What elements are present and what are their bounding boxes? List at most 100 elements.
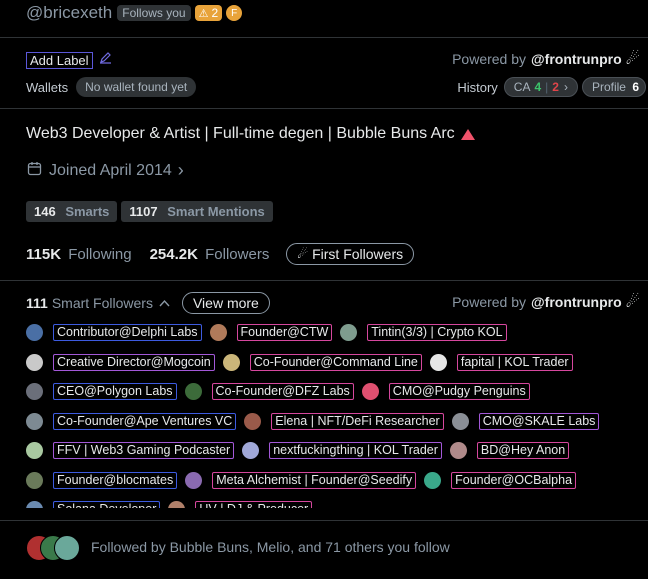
smart-follower-item[interactable]: BD@Hey Anon	[449, 442, 570, 460]
avatar	[242, 442, 260, 460]
history-row: History CA 4 | 2 › Profile 6	[457, 77, 646, 97]
smart-follower-label: fapital | KOL Trader	[456, 353, 573, 371]
smart-follower-item[interactable]: Co-Founder@Ape Ventures VC	[26, 412, 237, 430]
smart-follower-label: nextfuckingthing | KOL Trader	[269, 442, 442, 460]
followed-by-row[interactable]: Followed by Bubble Buns, Melio, and 71 o…	[26, 535, 450, 561]
follows-you-badge: Follows you	[117, 5, 191, 21]
bio-text: Web3 Developer & Artist | Full-time dege…	[26, 125, 455, 142]
triangle-up-icon	[460, 128, 475, 140]
avatar	[26, 353, 43, 371]
smart-follower-label: Meta Alchemist | Founder@Seedify	[212, 471, 417, 489]
smart-follower-item[interactable]: Co-Founder@DFZ Labs	[184, 383, 354, 401]
smarts-badge[interactable]: 146 Smarts	[26, 201, 118, 222]
wallets-row: Wallets No wallet found yet	[26, 77, 197, 97]
smart-stats: 146 Smarts 1107 Smart Mentions	[26, 201, 273, 222]
smart-follower-item[interactable]: Founder@CTW	[209, 324, 333, 342]
view-more-button[interactable]: View more	[181, 292, 270, 314]
smart-follower-item[interactable]: CMO@SKALE Labs	[451, 412, 600, 430]
smart-followers-list: Contributor@Delphi Labs Founder@CTW Tintin…	[26, 318, 648, 508]
smart-followers-row: Creative Director@Mogcoin Co-Founder@Comm…	[26, 348, 648, 378]
smart-follower-item[interactable]: Founder@OCBalpha	[424, 471, 577, 489]
avatar	[449, 442, 467, 460]
first-followers-button[interactable]: ☄ First Followers	[286, 243, 415, 265]
smart-follower-item[interactable]: Solana Developer	[26, 501, 161, 508]
f-badge-icon: F	[226, 5, 243, 21]
powered-by: Powered by @frontrunpro ☄	[452, 51, 640, 68]
handle: @bricexeth	[26, 3, 113, 22]
chevron-right-icon: ›	[177, 160, 184, 180]
smart-follower-label: Creative Director@Mogcoin	[53, 353, 215, 371]
frontrunpro-logo-icon: ☄	[625, 294, 640, 311]
smart-mentions-badge[interactable]: 1107 Smart Mentions	[121, 201, 273, 222]
smart-follower-item[interactable]: Tintin(3/3) | Crypto KOL	[340, 324, 507, 342]
smart-followers-header: 111 Smart Followers View more	[26, 292, 270, 314]
profile-history-button[interactable]: Profile 6	[581, 77, 646, 97]
smart-follower-item[interactable]: Founder@blocmates	[26, 471, 178, 489]
smart-follower-item[interactable]: UV | DJ & Producer	[168, 501, 313, 508]
avatar	[361, 383, 379, 401]
divider	[0, 520, 648, 521]
divider	[0, 108, 648, 109]
smart-follower-item[interactable]: nextfuckingthing | KOL Trader	[242, 442, 442, 460]
smart-follower-item[interactable]: CEO@Polygon Labs	[26, 383, 177, 401]
smart-follower-label: BD@Hey Anon	[476, 442, 570, 460]
history-label: History	[457, 79, 498, 95]
avatar	[26, 471, 43, 489]
followed-by-text: Followed by Bubble Buns, Melio, and 71 o…	[91, 539, 450, 555]
ca-history-button[interactable]: CA 4 | 2 ›	[503, 77, 578, 97]
avatar	[54, 535, 80, 561]
avatar	[26, 324, 43, 342]
frontrunpro-link[interactable]: @frontrunpro	[531, 51, 622, 67]
avatar	[244, 412, 262, 430]
avatar	[26, 501, 43, 508]
smart-followers-row: CEO@Polygon Labs Co-Founder@DFZ Labs CMO@P…	[26, 377, 648, 407]
smart-follower-label: Co-Founder@Ape Ventures VC	[53, 412, 237, 430]
joined-row[interactable]: Joined April 2014 ›	[27, 160, 184, 181]
profile-header: @bricexeth Follows you ⚠ 2 F	[26, 2, 243, 24]
smart-follower-item[interactable]: Co-Founder@Command Line	[222, 353, 422, 371]
avatar	[340, 324, 358, 342]
smart-follower-item[interactable]: CMO@Pudgy Penguins	[361, 383, 530, 401]
frontrunpro-link[interactable]: @frontrunpro	[531, 294, 622, 310]
smart-follower-label: CEO@Polygon Labs	[53, 383, 177, 401]
smart-follower-label: Founder@CTW	[236, 324, 333, 342]
smart-follower-item[interactable]: Contributor@Delphi Labs	[26, 324, 202, 342]
smart-follower-item[interactable]: Creative Director@Mogcoin	[26, 353, 215, 371]
smart-follower-item[interactable]: Elena | NFT/DeFi Researcher	[244, 412, 444, 430]
joined-date: Joined April 2014	[49, 161, 172, 179]
smart-follower-label: FFV | Web3 Gaming Podcaster	[53, 442, 235, 460]
avatar	[26, 383, 43, 401]
smart-follower-label: Co-Founder@Command Line	[249, 353, 422, 371]
smart-follower-label: UV | DJ & Producer	[195, 501, 313, 508]
label-row: Add Label	[26, 51, 112, 69]
smart-followers-row: Solana Developer UV | DJ & Producer	[26, 495, 648, 508]
smart-follower-label: Co-Founder@DFZ Labs	[211, 383, 354, 401]
frontrunpro-logo-icon: ☄	[297, 247, 309, 261]
avatar	[168, 501, 186, 508]
frontrunpro-logo-icon: ☄	[625, 51, 640, 68]
divider	[0, 37, 648, 38]
smart-follower-label: CMO@Pudgy Penguins	[388, 383, 530, 401]
smart-followers-row: Co-Founder@Ape Ventures VC Elena | NFT/De…	[26, 407, 648, 437]
warning-badge: ⚠ 2	[194, 5, 223, 21]
pencil-icon[interactable]	[99, 51, 112, 69]
chevron-up-icon[interactable]	[159, 294, 170, 312]
avatar	[185, 471, 203, 489]
smart-followers-row: FFV | Web3 Gaming Podcaster nextfuckingth…	[26, 436, 648, 466]
divider	[0, 280, 648, 281]
avatar	[451, 412, 469, 430]
smart-follower-item[interactable]: fapital | KOL Trader	[429, 353, 573, 371]
add-label-button[interactable]: Add Label	[26, 51, 93, 69]
smart-follower-item[interactable]: Meta Alchemist | Founder@Seedify	[185, 471, 417, 489]
avatar	[184, 383, 202, 401]
avatar	[424, 471, 442, 489]
smart-follower-label: Founder@blocmates	[53, 471, 178, 489]
smart-follower-label: Elena | NFT/DeFi Researcher	[271, 412, 444, 430]
followers-link[interactable]: 254.2K Followers	[150, 246, 270, 263]
bio: Web3 Developer & Artist | Full-time dege…	[26, 125, 475, 143]
follower-avatars	[26, 535, 80, 561]
smart-follower-item[interactable]: FFV | Web3 Gaming Podcaster	[26, 442, 235, 460]
follow-stats: 115K Following 254.2K Followers ☄ First …	[26, 243, 415, 265]
smart-followers-row: Contributor@Delphi Labs Founder@CTW Tintin…	[26, 318, 648, 348]
following-link[interactable]: 115K Following	[26, 246, 132, 263]
